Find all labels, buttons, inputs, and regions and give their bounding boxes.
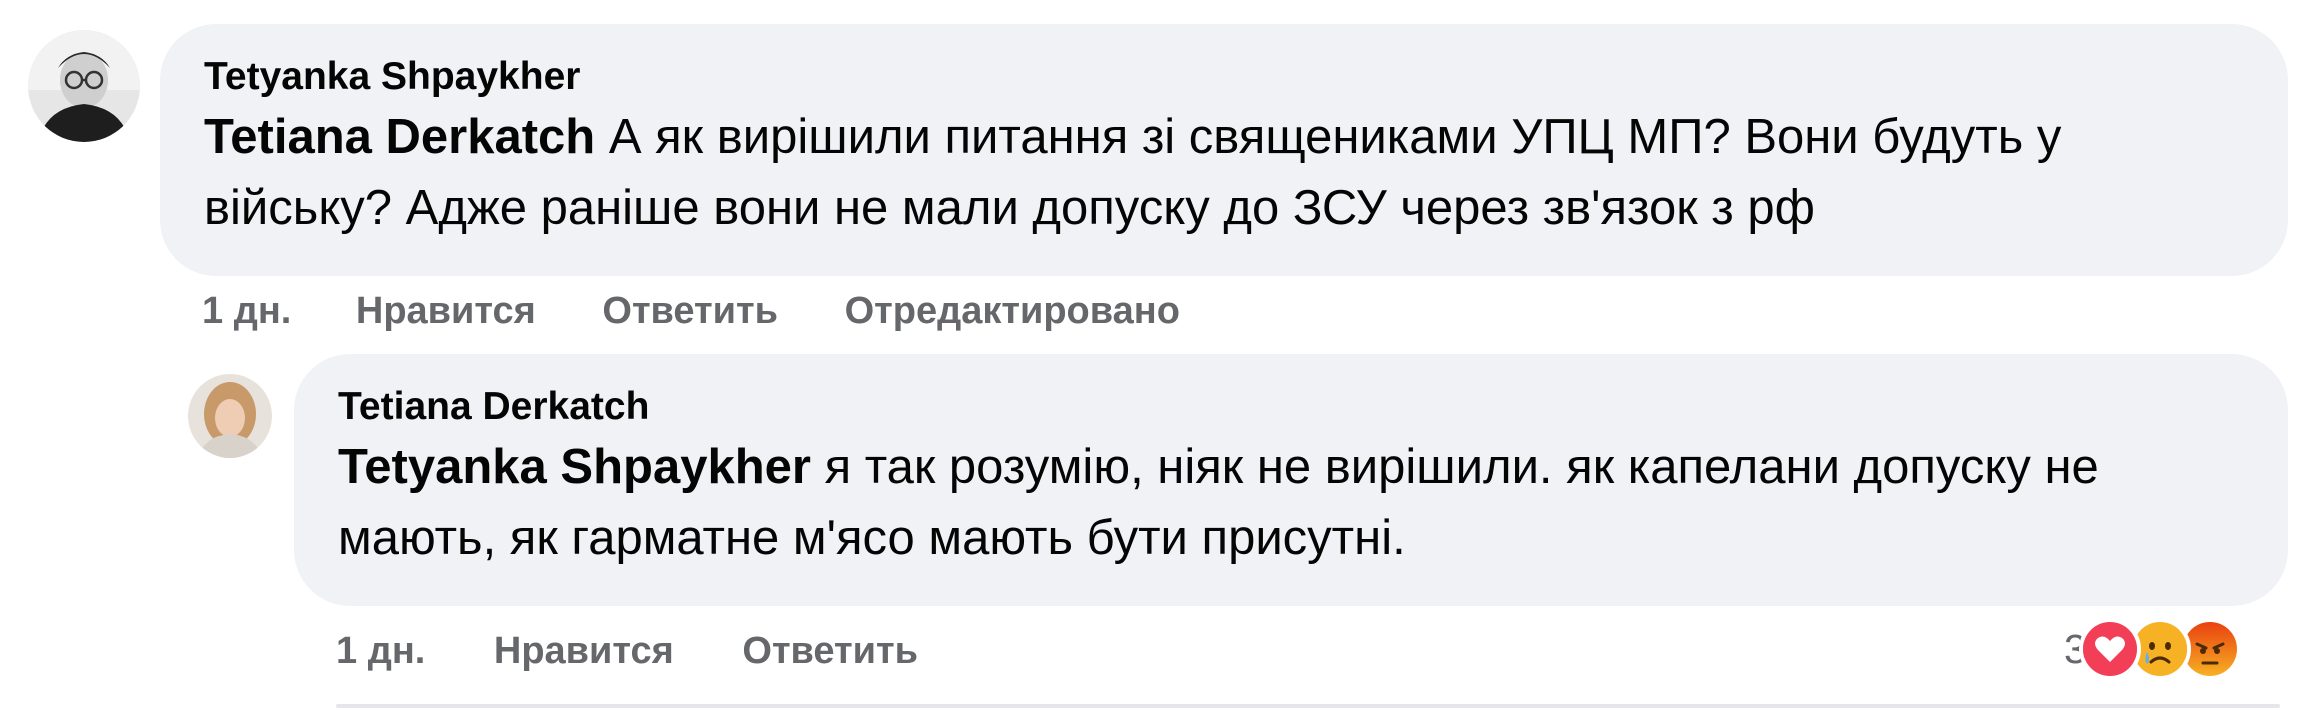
reply-like-button[interactable]: Нравится (494, 628, 674, 674)
comment-like-button[interactable]: Нравится (356, 288, 536, 334)
reply-mention[interactable]: Tetyanka Shpaykher (338, 440, 811, 494)
reply-time[interactable]: 1 дн. (336, 628, 425, 674)
reply-author[interactable]: Tetiana Derkatch (338, 384, 2244, 430)
avatar-photo (188, 374, 272, 458)
comment-actions: 1 дн. Нравится Ответить Отредактировано (202, 288, 1180, 334)
comment-text: Tetiana Derkatch А як вирішили питання з… (204, 102, 2244, 244)
reply-bubble: Tetiana Derkatch Tetyanka Shpaykher я та… (294, 354, 2288, 606)
comment-reply-button[interactable]: Ответить (602, 288, 778, 334)
avatar-photo (28, 30, 140, 142)
avatar-tetyanka-shpaykher[interactable] (28, 30, 140, 142)
comment-author[interactable]: Tetyanka Shpaykher (204, 54, 2244, 100)
comment-time[interactable]: 1 дн. (202, 288, 291, 334)
comment-bubble: Tetyanka Shpaykher Tetiana Derkatch А як… (160, 24, 2288, 276)
comment-edited-label[interactable]: Отредактировано (845, 288, 1180, 334)
reply-reply-button[interactable]: Ответить (742, 628, 918, 674)
comment-mention[interactable]: Tetiana Derkatch (204, 110, 595, 164)
reply-actions: 1 дн. Нравится Ответить (336, 628, 918, 674)
reply-reactions[interactable]: 3 (2064, 618, 2241, 680)
reply-text: Tetyanka Shpaykher я так розумію, ніяк н… (338, 432, 2244, 574)
divider (336, 704, 2280, 708)
avatar-tetiana-derkatch[interactable] (188, 374, 272, 458)
heart-reaction-icon (2078, 618, 2141, 680)
